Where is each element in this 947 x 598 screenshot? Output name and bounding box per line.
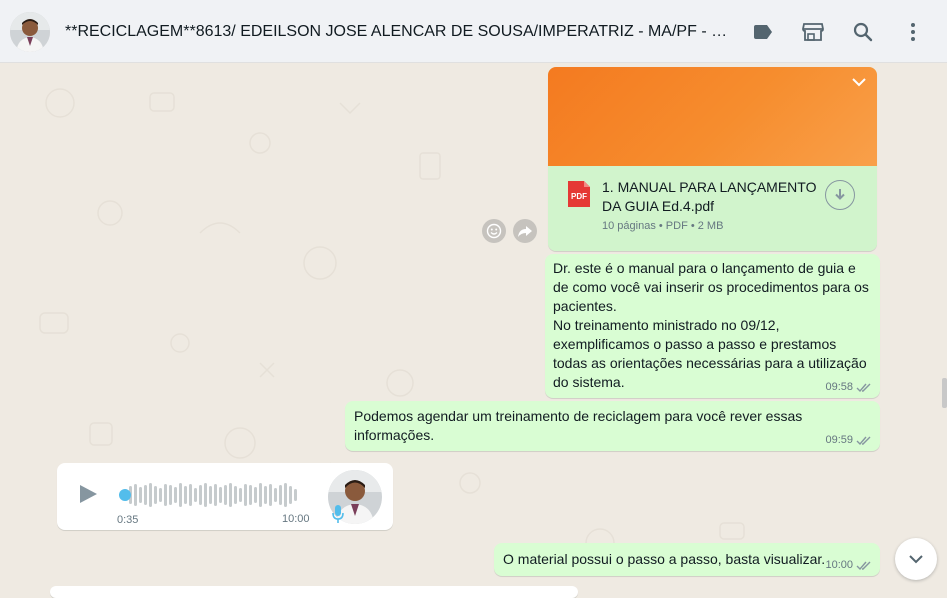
message-meta: 10:00 [825, 558, 872, 572]
catalog-icon[interactable] [801, 20, 825, 44]
playback-knob[interactable] [119, 489, 131, 501]
document-info[interactable]: PDF 1. MANUAL PARA LANÇAMENTO DA GUIA Ed… [548, 166, 877, 251]
double-check-icon [856, 436, 871, 445]
message-text: No treinamento ministrado no 09/12, exem… [553, 317, 867, 390]
message-text: Podemos agendar um treinamento de recicl… [354, 408, 803, 443]
play-icon [80, 485, 97, 503]
document-file-name: 1. MANUAL PARA LANÇAMENTO DA GUIA Ed.4.p… [602, 179, 817, 214]
message-meta: 09:59 [825, 433, 872, 447]
message-bubble-partial[interactable] [50, 586, 578, 598]
scrollbar-thumb[interactable] [942, 378, 947, 408]
document-message[interactable]: PDF 1. MANUAL PARA LANÇAMENTO DA GUIA Ed… [548, 67, 877, 251]
document-meta: 10 páginas • PDF • 2 MB [602, 220, 724, 232]
download-icon [835, 189, 845, 200]
download-button[interactable] [825, 180, 855, 210]
chevron-down-icon[interactable] [849, 72, 869, 97]
message-time: 09:58 [825, 381, 853, 393]
double-check-icon [856, 561, 871, 570]
message-meta: 09:58 [825, 380, 872, 394]
emoji-icon [486, 223, 502, 239]
play-button[interactable] [77, 483, 99, 510]
forward-button[interactable] [513, 219, 537, 243]
emoji-reaction-button[interactable] [482, 219, 506, 243]
pdf-icon: PDF [566, 179, 592, 214]
chevron-down-icon [909, 555, 923, 564]
message-text: O material possui o passo a passo, basta… [503, 551, 826, 567]
scroll-to-bottom-button[interactable] [895, 538, 937, 580]
voice-message[interactable]: 0:35 10:00 [57, 463, 393, 530]
message-time: 10:00 [825, 559, 853, 571]
label-icon[interactable] [751, 20, 775, 44]
document-thumbnail[interactable] [548, 67, 877, 166]
microphone-icon [331, 504, 345, 529]
message-bubble-schedule[interactable]: Podemos agendar um treinamento de recicl… [345, 401, 880, 451]
message-bubble-material[interactable]: O material possui o passo a passo, basta… [494, 543, 880, 576]
message-bubble-manual[interactable]: Dr. este é o manual para o lançamento de… [545, 254, 880, 398]
double-check-icon [856, 383, 871, 392]
message-time: 09:59 [825, 434, 853, 446]
search-icon[interactable] [851, 20, 875, 44]
message-text: Dr. este é o manual para o lançamento de… [553, 260, 869, 314]
pdf-badge: PDF [571, 192, 587, 201]
voice-elapsed: 0:35 [117, 514, 139, 526]
contact-avatar[interactable] [10, 12, 50, 52]
menu-icon[interactable] [901, 20, 925, 44]
message-time: 10:00 [282, 513, 310, 525]
chat-title[interactable]: **RECICLAGEM**8613/ EDEILSON JOSE ALENCA… [65, 22, 730, 42]
chat-header: **RECICLAGEM**8613/ EDEILSON JOSE ALENCA… [0, 0, 947, 63]
forward-icon [518, 226, 532, 237]
